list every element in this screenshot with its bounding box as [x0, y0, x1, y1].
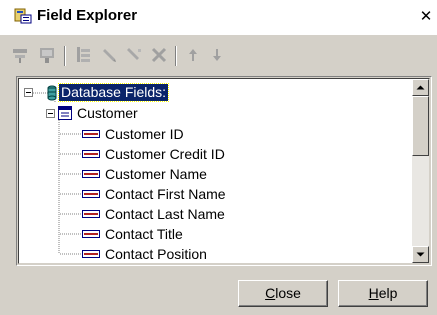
rename-icon[interactable]	[123, 44, 145, 66]
field-icon	[82, 190, 100, 198]
close-button-accel: C	[265, 285, 276, 301]
field-icon	[82, 210, 100, 218]
tree-node-field[interactable]: Contact Position	[105, 246, 207, 263]
toolbar-separator	[64, 46, 66, 66]
tree-node-database-fields[interactable]: Database Fields:	[57, 83, 170, 102]
toolbar-separator	[175, 46, 177, 66]
tree-scrollbar[interactable]	[412, 79, 429, 263]
field-icon	[82, 250, 100, 258]
help-button-label: elp	[378, 285, 398, 301]
tree-node-field[interactable]: Customer Name	[105, 166, 207, 183]
window-title: Field Explorer	[37, 7, 138, 24]
field-tree[interactable]: Database Fields: Customer Customer ID Cu…	[18, 78, 430, 264]
help-button[interactable]: Help	[338, 280, 428, 307]
tree-node-field[interactable]: Customer Credit ID	[105, 146, 225, 163]
tree-node-field[interactable]: Contact Title	[105, 226, 183, 243]
field-icon	[82, 130, 100, 138]
field-explorer-window: Field Explorer ✕ Database Fields: Custom…	[0, 0, 437, 315]
move-up-icon[interactable]	[182, 44, 204, 66]
field-explorer-icon	[14, 8, 32, 24]
tree-node-field[interactable]: Contact Last Name	[105, 206, 225, 223]
close-button[interactable]: Close	[238, 280, 328, 307]
table-icon	[58, 106, 72, 120]
edit-icon[interactable]	[98, 44, 120, 66]
scroll-down-icon	[416, 252, 425, 257]
close-window-icon[interactable]: ✕	[418, 8, 434, 24]
move-down-icon[interactable]	[206, 44, 228, 66]
new-icon[interactable]	[72, 44, 94, 66]
collapse-root-icon[interactable]	[24, 88, 33, 97]
database-icon	[47, 85, 57, 101]
scroll-up-icon	[416, 85, 425, 90]
tree-node-field[interactable]: Contact First Name	[105, 186, 226, 203]
toolbar	[10, 40, 430, 70]
title-bar[interactable]: Field Explorer ✕	[0, 0, 437, 35]
scroll-down-button[interactable]	[412, 246, 429, 263]
insert-to-report-icon[interactable]	[10, 44, 32, 66]
close-button-label: lose	[275, 285, 301, 301]
field-tree-frame: Database Fields: Customer Customer ID Cu…	[16, 76, 432, 266]
browse-data-icon[interactable]	[36, 44, 58, 66]
scroll-thumb[interactable]	[412, 96, 429, 156]
scroll-up-button[interactable]	[412, 79, 429, 96]
help-button-accel: H	[368, 285, 379, 301]
tree-node-customer[interactable]: Customer	[77, 105, 138, 122]
field-icon	[82, 230, 100, 238]
delete-icon[interactable]	[148, 44, 170, 66]
field-icon	[82, 170, 100, 178]
field-icon	[82, 150, 100, 158]
tree-node-field[interactable]: Customer ID	[105, 126, 184, 143]
collapse-customer-icon[interactable]	[46, 109, 55, 118]
